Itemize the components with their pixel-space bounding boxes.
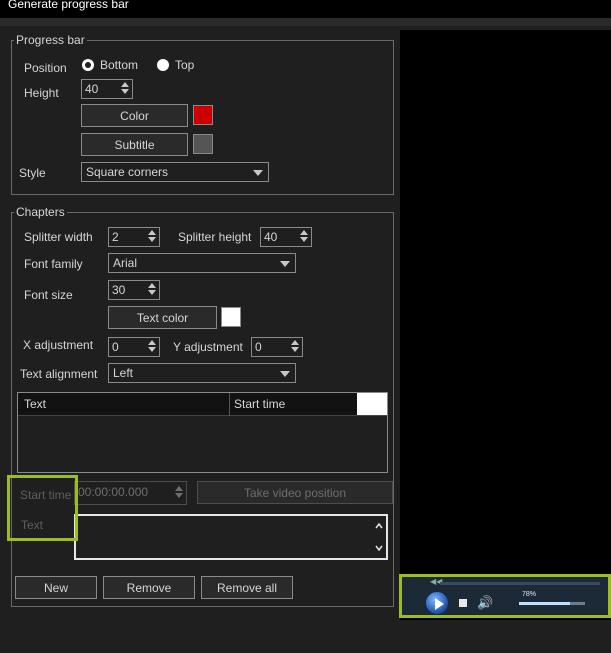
- height-spinner[interactable]: 40: [81, 79, 133, 99]
- chevron-down-icon[interactable]: [280, 371, 290, 377]
- highlight-box-labels: [7, 475, 78, 541]
- header-filler: [357, 393, 387, 415]
- font-family-value: Arial: [113, 256, 138, 270]
- chapters-legend: Chapters: [16, 205, 65, 219]
- video-preview[interactable]: [400, 30, 611, 620]
- progress-color-swatch[interactable]: [193, 105, 213, 125]
- splitter-height-label: Splitter height: [178, 230, 252, 244]
- position-top-radio[interactable]: [157, 59, 169, 71]
- splitter-width-label: Splitter width: [24, 230, 93, 244]
- position-top-label[interactable]: Top: [175, 58, 194, 72]
- splitter-height-spinner[interactable]: 40: [260, 227, 312, 247]
- text-alignment-value: Left: [113, 366, 134, 380]
- start-time-value: 00:00:00.000: [78, 485, 149, 499]
- position-bottom-radio[interactable]: [82, 59, 94, 71]
- height-label: Height: [24, 86, 59, 100]
- take-video-position-button[interactable]: Take video position: [197, 481, 393, 504]
- spinner-arrows-icon[interactable]: [299, 229, 309, 245]
- height-value: 40: [85, 82, 99, 96]
- toolbar-strip: [0, 18, 611, 26]
- y-adjustment-label: Y adjustment: [173, 340, 243, 354]
- remove-all-button[interactable]: Remove all: [201, 576, 293, 599]
- style-value: Square corners: [86, 165, 169, 179]
- text-color-button[interactable]: Text color: [108, 306, 217, 329]
- font-family-label: Font family: [24, 257, 83, 271]
- chevron-down-icon[interactable]: [253, 170, 263, 176]
- splitter-height-value: 40: [264, 230, 278, 244]
- subtitle-color-swatch[interactable]: [193, 134, 213, 154]
- chapter-text-input[interactable]: [74, 514, 388, 560]
- spinner-arrows-icon[interactable]: [147, 229, 157, 245]
- remove-button[interactable]: Remove: [103, 576, 195, 599]
- y-adjustment-value: 0: [255, 340, 262, 354]
- style-dropdown[interactable]: Square corners: [81, 162, 269, 182]
- text-color-swatch[interactable]: [221, 307, 241, 327]
- scroll-up-icon[interactable]: [375, 522, 383, 530]
- table-header: Text Start time: [18, 393, 387, 416]
- font-size-value: 30: [112, 283, 126, 297]
- chevron-down-icon[interactable]: [280, 261, 290, 267]
- splitter-width-value: 2: [112, 230, 119, 244]
- title-bar: Generate progress bar: [0, 0, 611, 18]
- highlight-box-player: [399, 574, 611, 618]
- y-adjustment-spinner[interactable]: 0: [251, 337, 303, 357]
- splitter-width-spinner[interactable]: 2: [108, 227, 160, 247]
- start-time-input[interactable]: 00:00:00.000: [74, 481, 187, 505]
- spinner-arrows-icon[interactable]: [120, 81, 130, 97]
- x-adjustment-spinner[interactable]: 0: [108, 337, 160, 357]
- window-title: Generate progress bar: [8, 0, 129, 11]
- style-label: Style: [19, 166, 46, 180]
- font-size-label: Font size: [24, 288, 73, 302]
- spinner-arrows-icon[interactable]: [147, 282, 157, 298]
- spinner-arrows-icon[interactable]: [147, 339, 157, 355]
- column-header-start-time[interactable]: Start time: [234, 397, 285, 411]
- column-header-text[interactable]: Text: [24, 397, 46, 411]
- scroll-down-icon[interactable]: [375, 544, 383, 552]
- spinner-arrows-icon[interactable]: [290, 339, 300, 355]
- column-divider[interactable]: [229, 393, 230, 416]
- chapters-table[interactable]: Text Start time: [17, 392, 388, 473]
- font-size-spinner[interactable]: 30: [108, 280, 160, 300]
- new-button[interactable]: New: [15, 576, 97, 599]
- color-button[interactable]: Color: [81, 104, 188, 127]
- position-bottom-label[interactable]: Bottom: [100, 58, 138, 72]
- x-adjustment-label: X adjustment: [23, 338, 94, 352]
- position-label: Position: [24, 61, 67, 75]
- text-alignment-dropdown[interactable]: Left: [108, 363, 296, 383]
- font-family-dropdown[interactable]: Arial: [108, 253, 296, 273]
- text-alignment-label: Text alignment: [20, 367, 98, 381]
- spinner-arrows-icon[interactable]: [174, 485, 184, 501]
- x-adjustment-value: 0: [112, 340, 119, 354]
- progress-bar-legend: Progress bar: [16, 33, 85, 47]
- subtitle-button[interactable]: Subtitle: [81, 133, 188, 156]
